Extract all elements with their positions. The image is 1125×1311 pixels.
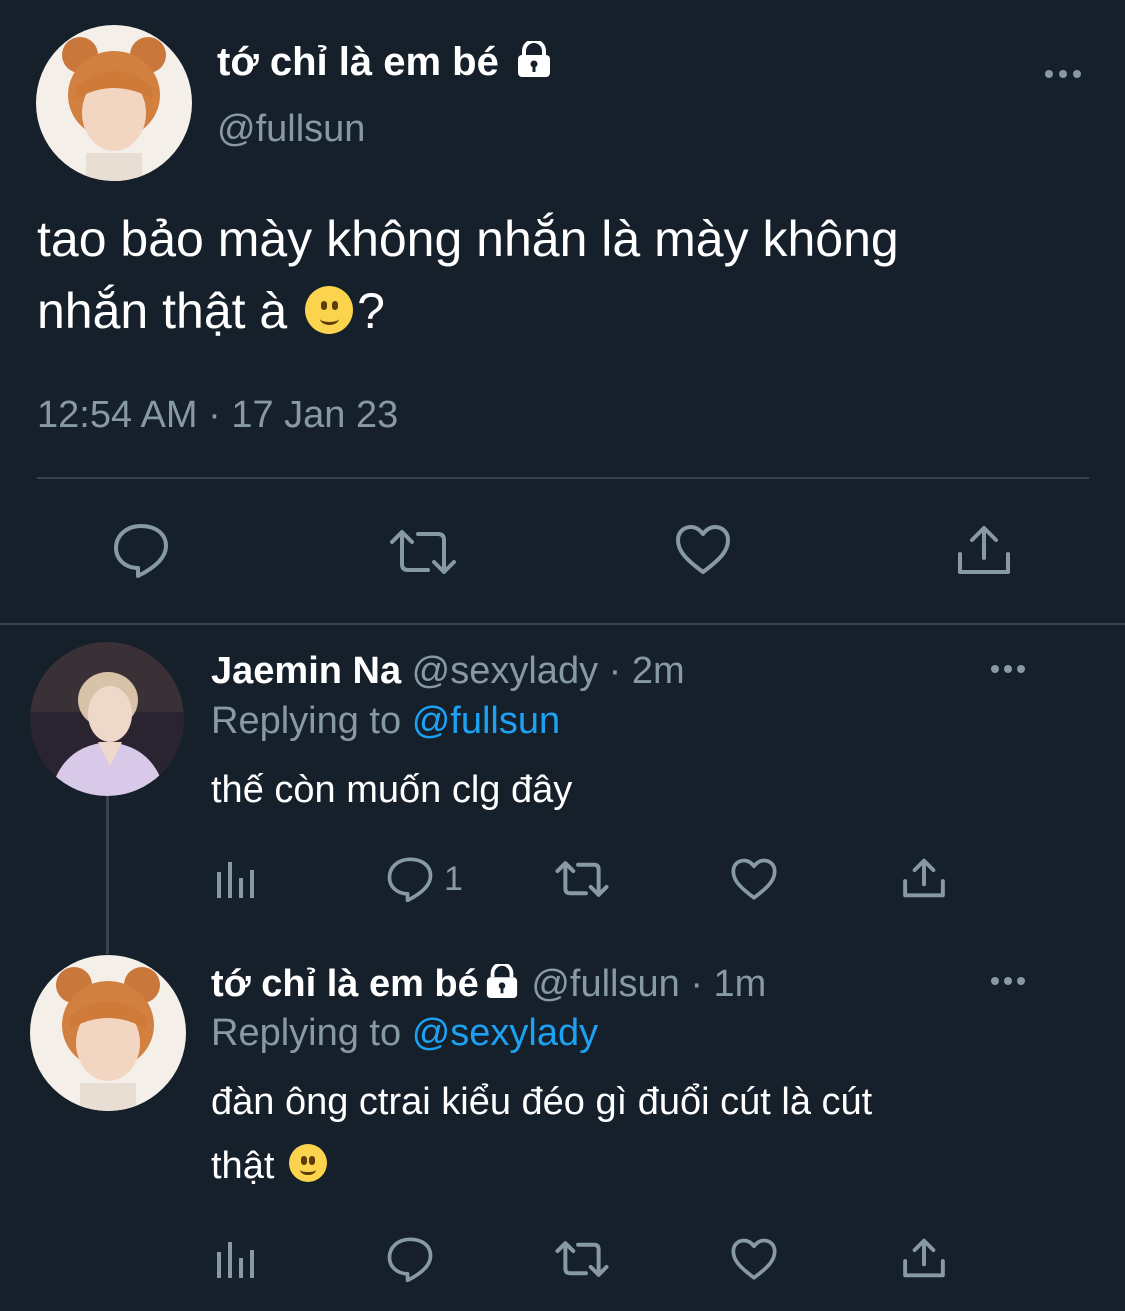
heart-icon (676, 525, 730, 574)
share-icon (903, 1238, 945, 1278)
reply1-replying-label: Replying to (211, 700, 402, 742)
lock-icon (514, 39, 554, 87)
main-share-button[interactable] (956, 522, 1012, 578)
reply1-share-button[interactable] (902, 856, 946, 900)
reply2-more-icon[interactable] (990, 972, 1026, 995)
reply1-more-icon[interactable] (990, 660, 1026, 683)
reply2-analytics-button[interactable] (214, 1238, 258, 1280)
reply2-text: đàn ông ctrai kiểu đéo gì đuổi cút là cú… (211, 1070, 1091, 1198)
share-icon (958, 526, 1010, 574)
main-avatar[interactable] (36, 25, 192, 181)
reply2-replying-to: Replying to @sexylady (211, 1012, 598, 1055)
main-more-icon[interactable] (1044, 64, 1082, 89)
reply2-replying-label: Replying to (211, 1012, 402, 1054)
retweet-icon (555, 861, 609, 897)
reply2-header: tớ chỉ là em bé @fullsun · 1m (211, 962, 766, 1008)
thread-line (106, 796, 109, 954)
main-reply-button[interactable] (112, 522, 170, 578)
reply-icon (387, 1237, 433, 1282)
reply1-time[interactable]: · 2m (609, 650, 685, 692)
reply2-reply-button[interactable] (386, 1236, 434, 1282)
main-tweet-line2-text: nhắn thật à (37, 283, 288, 339)
reply2-retweet-button[interactable] (554, 1240, 610, 1278)
reply2-time[interactable]: · 1m (690, 963, 766, 1005)
main-like-button[interactable] (674, 524, 732, 576)
reply1-reply-button[interactable]: 1 (386, 856, 463, 902)
reply1-like-button[interactable] (730, 858, 778, 901)
slightly-smiling-face-emoji (305, 286, 354, 334)
lock-icon (483, 962, 521, 1008)
reply-icon (387, 857, 433, 902)
reply1-header: Jaemin Na @sexylady · 2m (211, 650, 685, 693)
main-tweet-line1: tao bảo mày không nhắn là mày không (37, 211, 899, 267)
main-handle[interactable]: @fullsun (217, 108, 365, 151)
retweet-icon (555, 1241, 609, 1277)
heart-icon (731, 1238, 777, 1280)
reply2-text-line1: đàn ông ctrai kiểu đéo gì đuổi cút là cú… (211, 1081, 873, 1123)
main-display-name[interactable]: tớ chỉ là em bé (217, 39, 554, 87)
reply2-avatar[interactable] (30, 955, 186, 1111)
analytics-icon (217, 862, 254, 898)
reply1-analytics-button[interactable] (214, 858, 258, 900)
main-display-name-text: tớ chỉ là em bé (217, 40, 499, 84)
reply1-display-name[interactable]: Jaemin Na (211, 650, 401, 692)
reply2-share-button[interactable] (902, 1236, 946, 1280)
main-tweet-text: tao bảo mày không nhắn là mày không nhắn… (37, 203, 1077, 347)
main-tweet-line2-end: ? (357, 283, 385, 339)
main-timestamp[interactable]: 12:54 AM · 17 Jan 23 (37, 394, 398, 437)
reply2-handle[interactable]: @fullsun (531, 963, 679, 1005)
reply1-replying-to: Replying to @fullsun (211, 700, 560, 743)
reply2-text-line2: thật (211, 1134, 1091, 1198)
reply2-replying-handle[interactable]: @sexylady (412, 1012, 598, 1054)
slightly-smiling-face-emoji (288, 1144, 327, 1182)
reply1-retweet-button[interactable] (554, 860, 610, 898)
analytics-icon (217, 1242, 254, 1278)
share-icon (903, 858, 945, 898)
reply1-avatar[interactable] (30, 642, 184, 796)
reply2-like-button[interactable] (730, 1238, 778, 1281)
reply1-text: thế còn muốn clg đây (211, 769, 573, 811)
divider (37, 477, 1089, 479)
reply1-reply-count: 1 (444, 859, 463, 898)
reply2-display-name[interactable]: tớ chỉ là em bé (211, 963, 479, 1005)
reply-icon (114, 524, 168, 578)
main-tweet-line2: nhắn thật à ? (37, 275, 1077, 347)
heart-icon (731, 858, 777, 900)
reply2-text-line2-text: thật (211, 1145, 275, 1187)
main-retweet-button[interactable] (388, 528, 458, 576)
reply1-handle[interactable]: @sexylady (412, 650, 598, 692)
section-divider (0, 623, 1125, 625)
reply1-replying-handle[interactable]: @fullsun (412, 700, 560, 742)
retweet-icon (390, 530, 456, 574)
